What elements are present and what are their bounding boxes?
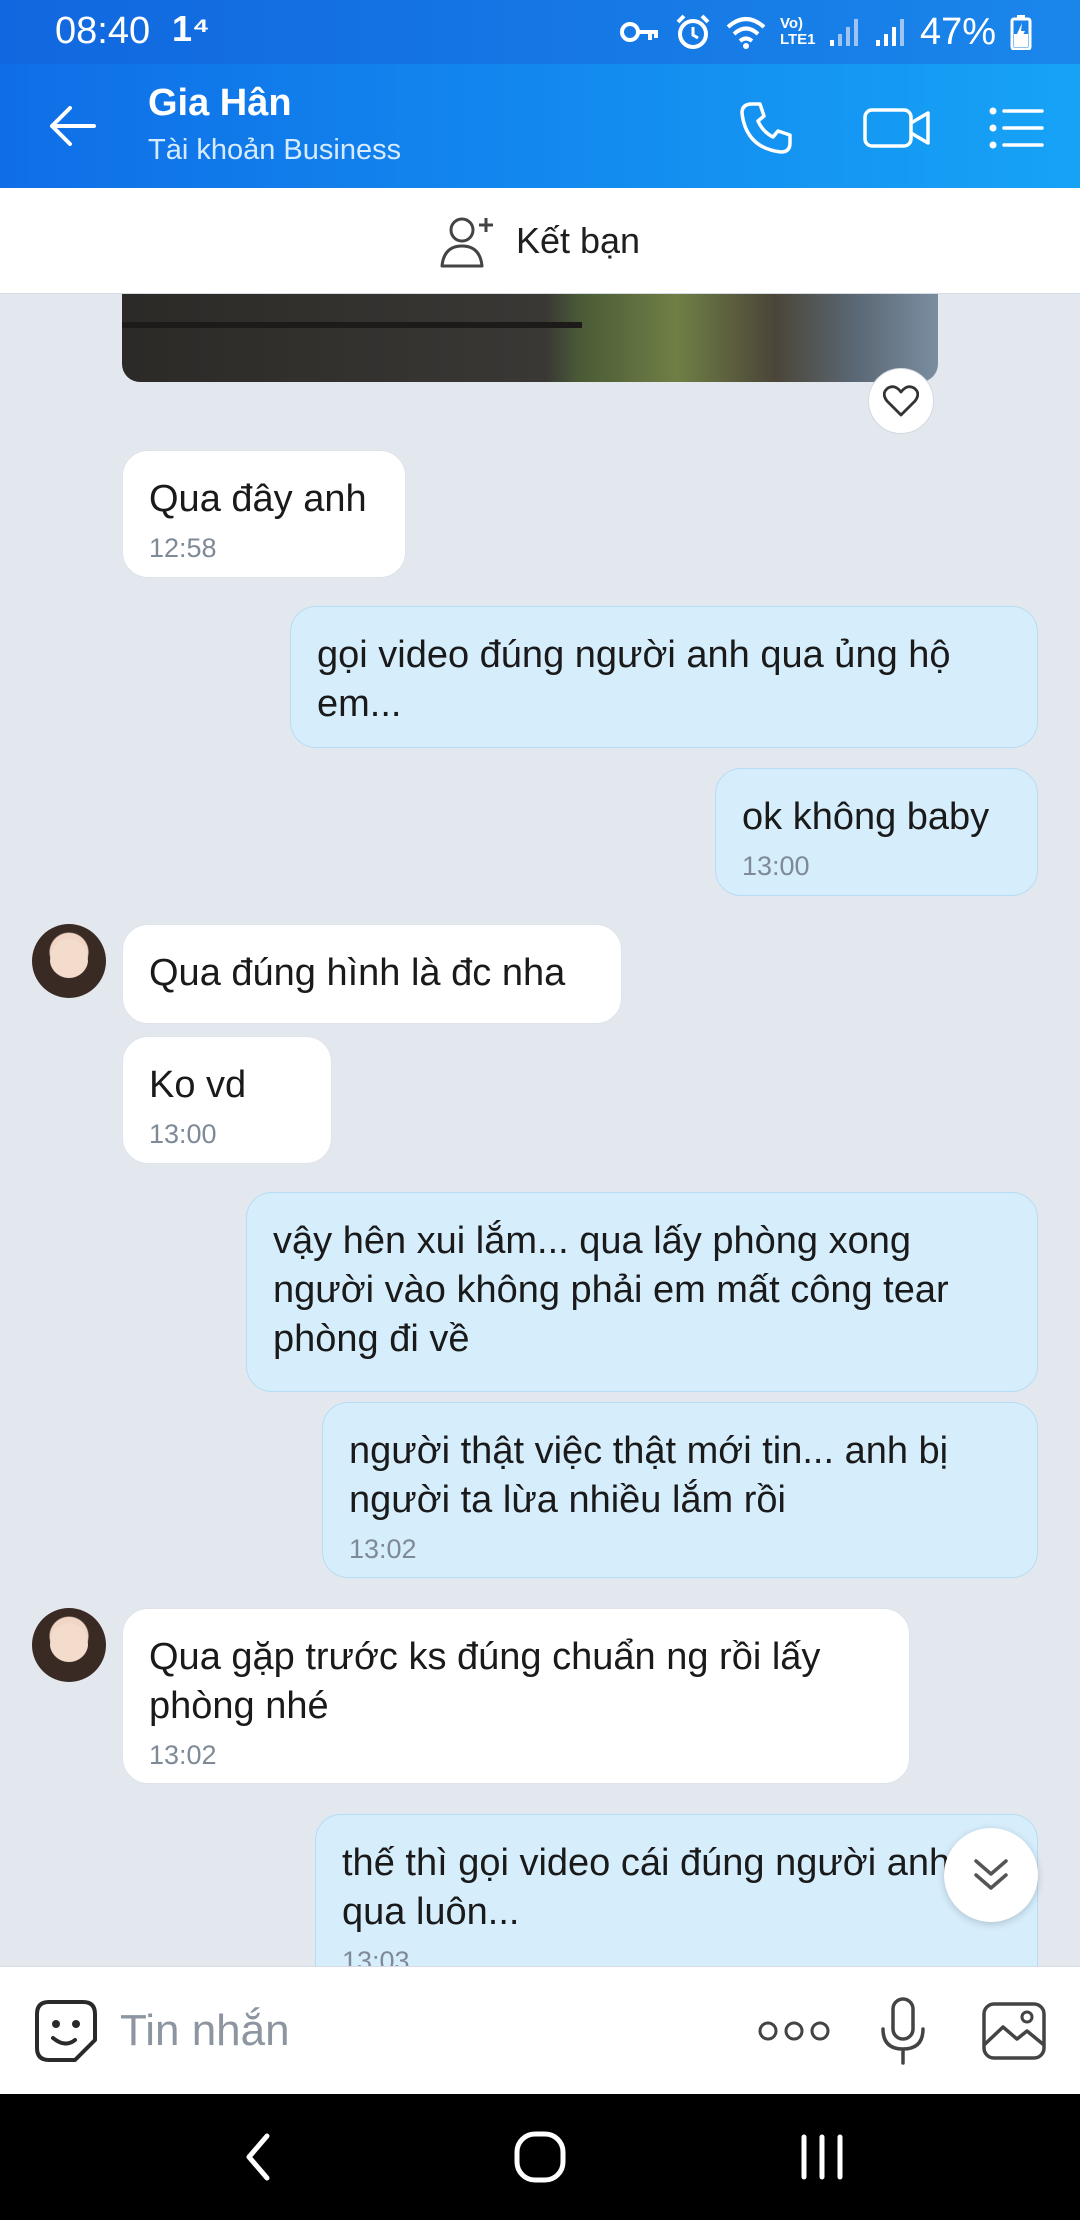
- voice-message-button[interactable]: [868, 1993, 938, 2069]
- outgoing-message[interactable]: gọi video đúng người anh qua ủng hộ em..…: [290, 606, 1038, 748]
- message-text: ok không baby: [742, 796, 990, 838]
- sticker-smiley-icon: [35, 2000, 97, 2062]
- contact-avatar[interactable]: [32, 924, 106, 998]
- battery-charging-icon: [1010, 15, 1032, 50]
- video-call-button[interactable]: [855, 92, 939, 164]
- contact-name[interactable]: Gia Hân: [148, 82, 292, 125]
- message-text: gọi video đúng người anh qua ủng hộ em..…: [317, 634, 951, 725]
- add-person-icon: [440, 217, 493, 267]
- outgoing-message[interactable]: vậy hên xui lắm... qua lấy phòng xong ng…: [246, 1192, 1038, 1392]
- message-text: Qua đúng hình là đc nha: [149, 952, 566, 994]
- back-button[interactable]: [40, 94, 104, 158]
- wifi-icon: [726, 17, 766, 49]
- microphone-icon: [881, 1997, 925, 2065]
- phone-icon: [740, 102, 792, 154]
- nav-back-button[interactable]: [218, 2124, 298, 2190]
- message-text: vậy hên xui lắm... qua lấy phòng xong ng…: [273, 1220, 949, 1360]
- image-gallery-icon: [982, 2002, 1046, 2060]
- more-dots-icon: [758, 2021, 830, 2041]
- message-time: 13:02: [149, 1740, 217, 1770]
- back-arrow-icon: [50, 106, 96, 146]
- outgoing-message[interactable]: thế thì gọi video cái đúng người anh qua…: [315, 1814, 1038, 1966]
- message-list[interactable]: Qua đây anh 12:58 gọi video đúng người a…: [0, 294, 1080, 1966]
- incoming-message[interactable]: Ko vd 13:00: [122, 1036, 332, 1164]
- message-time: 12:58: [149, 533, 217, 563]
- incoming-message[interactable]: Qua gặp trước ks đúng chuẩn ng rồi lấy p…: [122, 1608, 910, 1784]
- network-type-label: Vo) LTE1: [779, 15, 816, 48]
- signal-strength-icon-2: [875, 19, 904, 46]
- incoming-message[interactable]: Qua đúng hình là đc nha: [122, 924, 622, 1024]
- status-extra-indicator: 1⁴: [172, 8, 210, 49]
- incoming-message[interactable]: Qua đây anh 12:58: [122, 450, 406, 578]
- message-time: 13:00: [149, 1119, 217, 1149]
- nav-home-button[interactable]: [500, 2124, 580, 2190]
- nav-back-icon: [246, 2133, 270, 2181]
- account-type-label: Tài khoản Business: [148, 134, 402, 166]
- status-time: 08:40: [55, 10, 151, 52]
- scroll-to-bottom-button[interactable]: [944, 1828, 1038, 1922]
- vpn-key-icon: [619, 22, 658, 42]
- outgoing-message[interactable]: người thật việc thật mới tin... anh bị n…: [322, 1402, 1038, 1578]
- voice-call-button[interactable]: [730, 92, 802, 164]
- system-navigation-bar: [0, 2094, 1080, 2220]
- more-options-button[interactable]: [754, 2003, 834, 2059]
- composer-bar: [0, 1966, 1080, 2094]
- send-image-button[interactable]: [978, 1995, 1050, 2067]
- message-text: người thật việc thật mới tin... anh bị n…: [349, 1430, 949, 1521]
- nav-recents-icon: [801, 2134, 843, 2180]
- double-chevron-down-icon: [974, 1859, 1008, 1890]
- add-friend-button[interactable]: Kết bạn: [0, 188, 1080, 294]
- signal-strength-icon: [829, 19, 858, 46]
- message-time: 13:00: [742, 851, 810, 881]
- message-time: 13:02: [349, 1534, 417, 1564]
- menu-list-icon: [989, 107, 1044, 149]
- chat-header: Gia Hân Tài khoản Business: [0, 64, 1080, 188]
- shared-photo[interactable]: [122, 294, 938, 382]
- battery-percent: 47%: [919, 10, 996, 53]
- nav-recents-button[interactable]: [782, 2124, 862, 2190]
- sticker-button[interactable]: [32, 1997, 100, 2065]
- message-input[interactable]: [120, 1995, 720, 2067]
- message-time: 13:03: [342, 1946, 410, 1966]
- outgoing-message[interactable]: ok không baby 13:00: [715, 768, 1038, 896]
- chat-menu-button[interactable]: [980, 92, 1052, 164]
- video-call-icon: [863, 108, 930, 148]
- message-text: Ko vd: [149, 1064, 247, 1106]
- add-friend-label: Kết bạn: [515, 219, 641, 261]
- message-text: Qua đây anh: [149, 478, 367, 520]
- status-icons: Vo) LTE1 47%: [619, 8, 1032, 56]
- alarm-icon: [676, 14, 710, 49]
- status-bar: 08:40 1⁴ Vo) LTE1 47%: [0, 0, 1080, 64]
- like-button[interactable]: [868, 368, 934, 434]
- message-text: Qua gặp trước ks đúng chuẩn ng rồi lấy p…: [149, 1636, 821, 1727]
- nav-home-icon: [514, 2131, 566, 2183]
- contact-avatar[interactable]: [32, 1608, 106, 1682]
- message-text: thế thì gọi video cái đúng người anh qua…: [342, 1842, 951, 1933]
- heart-icon: [883, 385, 919, 417]
